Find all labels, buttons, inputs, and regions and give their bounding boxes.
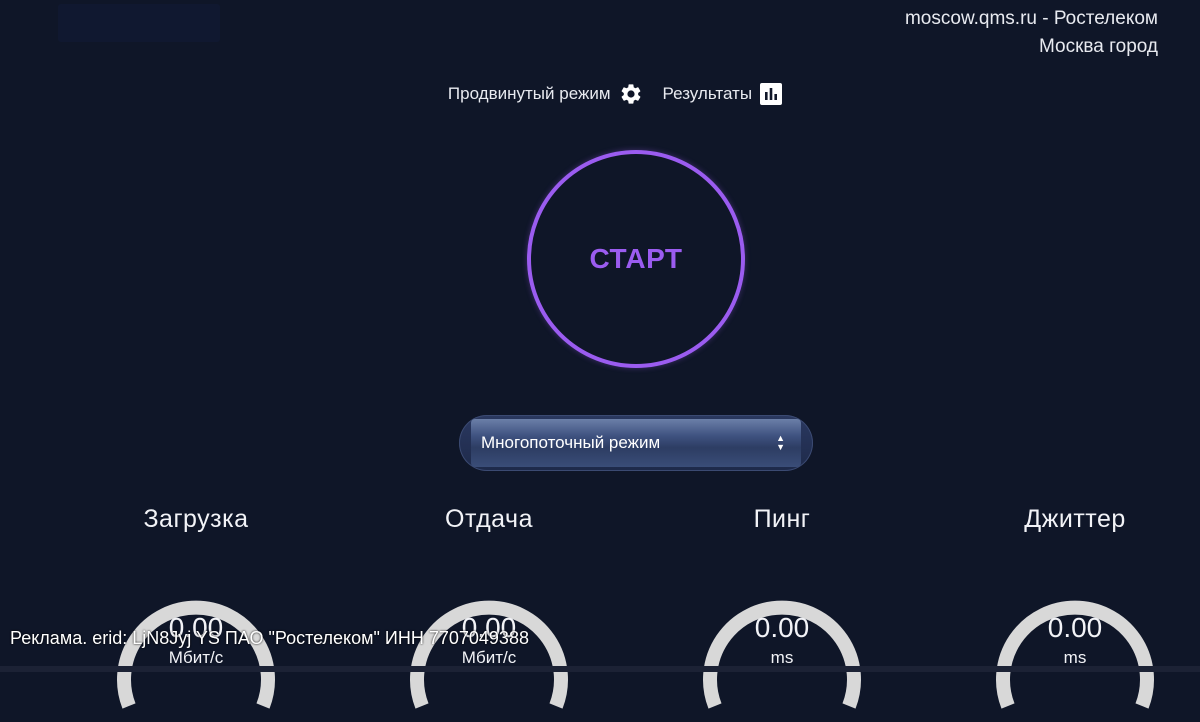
metric-unit: Мбит/с — [461, 648, 517, 667]
metric-ping: Пинг 0.00 ms — [662, 505, 902, 709]
advanced-mode-label: Продвинутый режим — [447, 84, 611, 103]
results-label: Результаты — [662, 84, 753, 103]
mode-select-container: Многопоточный режим ▲ ▼ — [459, 415, 813, 471]
metric-value: 0.00 — [754, 612, 810, 643]
server-host: moscow.qms.ru - Ростелеком — [904, 8, 1158, 29]
mode-select[interactable]: Многопоточный режим ▲ ▼ — [471, 419, 801, 467]
results-link[interactable]: Результаты — [663, 83, 783, 105]
metric-title: Загрузка — [143, 505, 249, 533]
metric-download: Загрузка 0.00 Мбит/с — [76, 505, 316, 709]
server-info: moscow.qms.ru - Ростелеком Москва город — [905, 5, 1158, 61]
metric-jitter: Джиттер 0.00 ms — [955, 505, 1195, 709]
start-button[interactable]: СТАРТ — [527, 150, 745, 368]
advanced-mode-link[interactable]: Продвинутый режим — [448, 82, 643, 106]
logo-area — [58, 4, 220, 42]
metric-upload: Отдача 0.00 Мбит/с — [369, 505, 609, 709]
bottom-strip — [0, 666, 1200, 672]
server-city: Москва город — [1038, 36, 1158, 57]
ad-disclaimer: Реклама. erid: LjN8Jyj YS ПАО "Ростелеко… — [10, 628, 529, 648]
bar-chart-icon — [760, 83, 783, 105]
metric-unit: ms — [1063, 648, 1087, 667]
metric-title: Джиттер — [1024, 505, 1126, 533]
start-label: СТАРТ — [589, 243, 683, 274]
top-nav: Продвинутый режим Результаты — [0, 82, 1200, 106]
metric-title: Отдача — [445, 505, 533, 533]
mode-select-value: Многопоточный режим — [481, 433, 661, 452]
gear-icon — [619, 82, 643, 106]
metric-unit: Мбит/с — [168, 648, 224, 667]
metric-value: 0.00 — [1047, 612, 1103, 643]
metric-unit: ms — [770, 648, 794, 667]
metric-title: Пинг — [753, 505, 811, 533]
select-arrows-icon: ▲ ▼ — [776, 433, 785, 452]
